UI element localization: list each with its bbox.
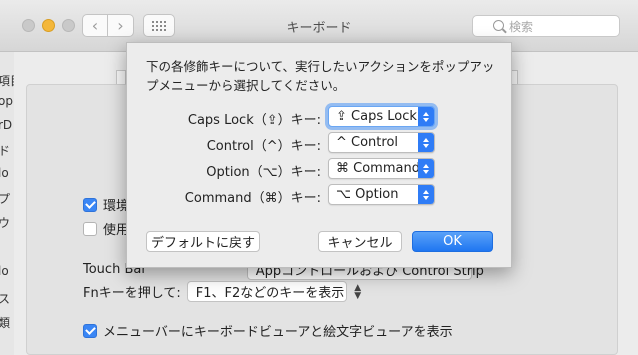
popup-arrows-icon [418, 133, 434, 152]
sidebar-fragment-text: op [0, 94, 13, 108]
popup-value: ^ Control [336, 135, 399, 150]
caps-lock-label: Caps Lock（⇪）キー: [187, 113, 321, 128]
caps-lock-popup[interactable]: ⇪ Caps Lock [328, 106, 435, 127]
control-popup[interactable]: ^ Control [328, 132, 435, 153]
sidebar-fragment-text: lo [0, 264, 9, 278]
updown-arrows-icon: ▲ ▼ [354, 282, 362, 301]
fn-key-label: Fnキーを押して: [83, 286, 181, 301]
command-row: Command（⌘）キー: ⌥ Option [127, 184, 513, 206]
option-popup[interactable]: ⌘ Command [328, 158, 435, 179]
checkbox-unchecked[interactable] [83, 221, 97, 236]
popup-arrows-icon [418, 185, 434, 204]
checkbox-checked[interactable] [83, 323, 97, 338]
popup-value: ⇪ Caps Lock [336, 109, 417, 124]
checkbox-label: メニューバーにキーボードビューアと絵文字ビューアを表示 [103, 325, 453, 340]
command-label: Command（⌘）キー: [184, 191, 321, 206]
sidebar-fragment-text: ウ [0, 216, 11, 230]
sidebar-fragment-text: 類 [0, 316, 11, 330]
sidebar-fragment-text: ド [0, 144, 11, 158]
restore-defaults-button[interactable]: デフォルトに戻す [146, 231, 260, 252]
sheet-message: 下の各修飾キーについて、実行したいアクションをポップアップメニューから選択してく… [146, 59, 495, 93]
sidebar-fragment: 項目 op rD ド lo プ ウ lo ス 類 [0, 52, 14, 355]
control-row: Control（^）キー: ^ Control [127, 132, 513, 154]
command-popup[interactable]: ⌥ Option [328, 184, 435, 205]
search-field[interactable]: 検索 [472, 15, 620, 37]
sidebar-fragment-text: プ [0, 192, 11, 206]
control-label: Control（^）キー: [206, 139, 321, 154]
sidebar-fragment-text: rD [0, 118, 13, 132]
fn-key-popup[interactable]: F1、F2などのキーを表示 ▲ ▼ [186, 281, 361, 302]
option-label: Option（⌥）キー: [206, 165, 321, 180]
caps-lock-row: Caps Lock（⇪）キー: ⇪ Caps Lock [127, 106, 513, 128]
search-placeholder: 検索 [509, 19, 534, 34]
popup-value: ⌥ Option [336, 187, 399, 202]
cancel-button[interactable]: キャンセル [318, 231, 402, 252]
fn-key-popup-value: F1、F2などのキーを表示 [195, 286, 345, 301]
ok-button[interactable]: OK [412, 231, 493, 252]
sidebar-fragment-text: lo [0, 166, 9, 180]
menubar-viewer-checkbox-row[interactable]: メニューバーにキーボードビューアと絵文字ビューアを表示 [83, 321, 453, 340]
popup-arrows-icon [418, 107, 434, 126]
fn-key-row: Fnキーを押して: F1、F2などのキーを表示 ▲ ▼ [83, 281, 361, 302]
search-icon [493, 20, 504, 31]
popup-arrows-icon [418, 159, 434, 178]
modifier-keys-sheet: 下の各修飾キーについて、実行したいアクションをポップアップメニューから選択してく… [126, 42, 512, 268]
checkbox-checked[interactable] [83, 197, 97, 212]
option-row: Option（⌥）キー: ⌘ Command [127, 158, 513, 180]
sidebar-fragment-text: 項目 [0, 74, 14, 88]
popup-value: ⌘ Command [336, 161, 420, 176]
sidebar-fragment-text: ス [0, 292, 11, 306]
